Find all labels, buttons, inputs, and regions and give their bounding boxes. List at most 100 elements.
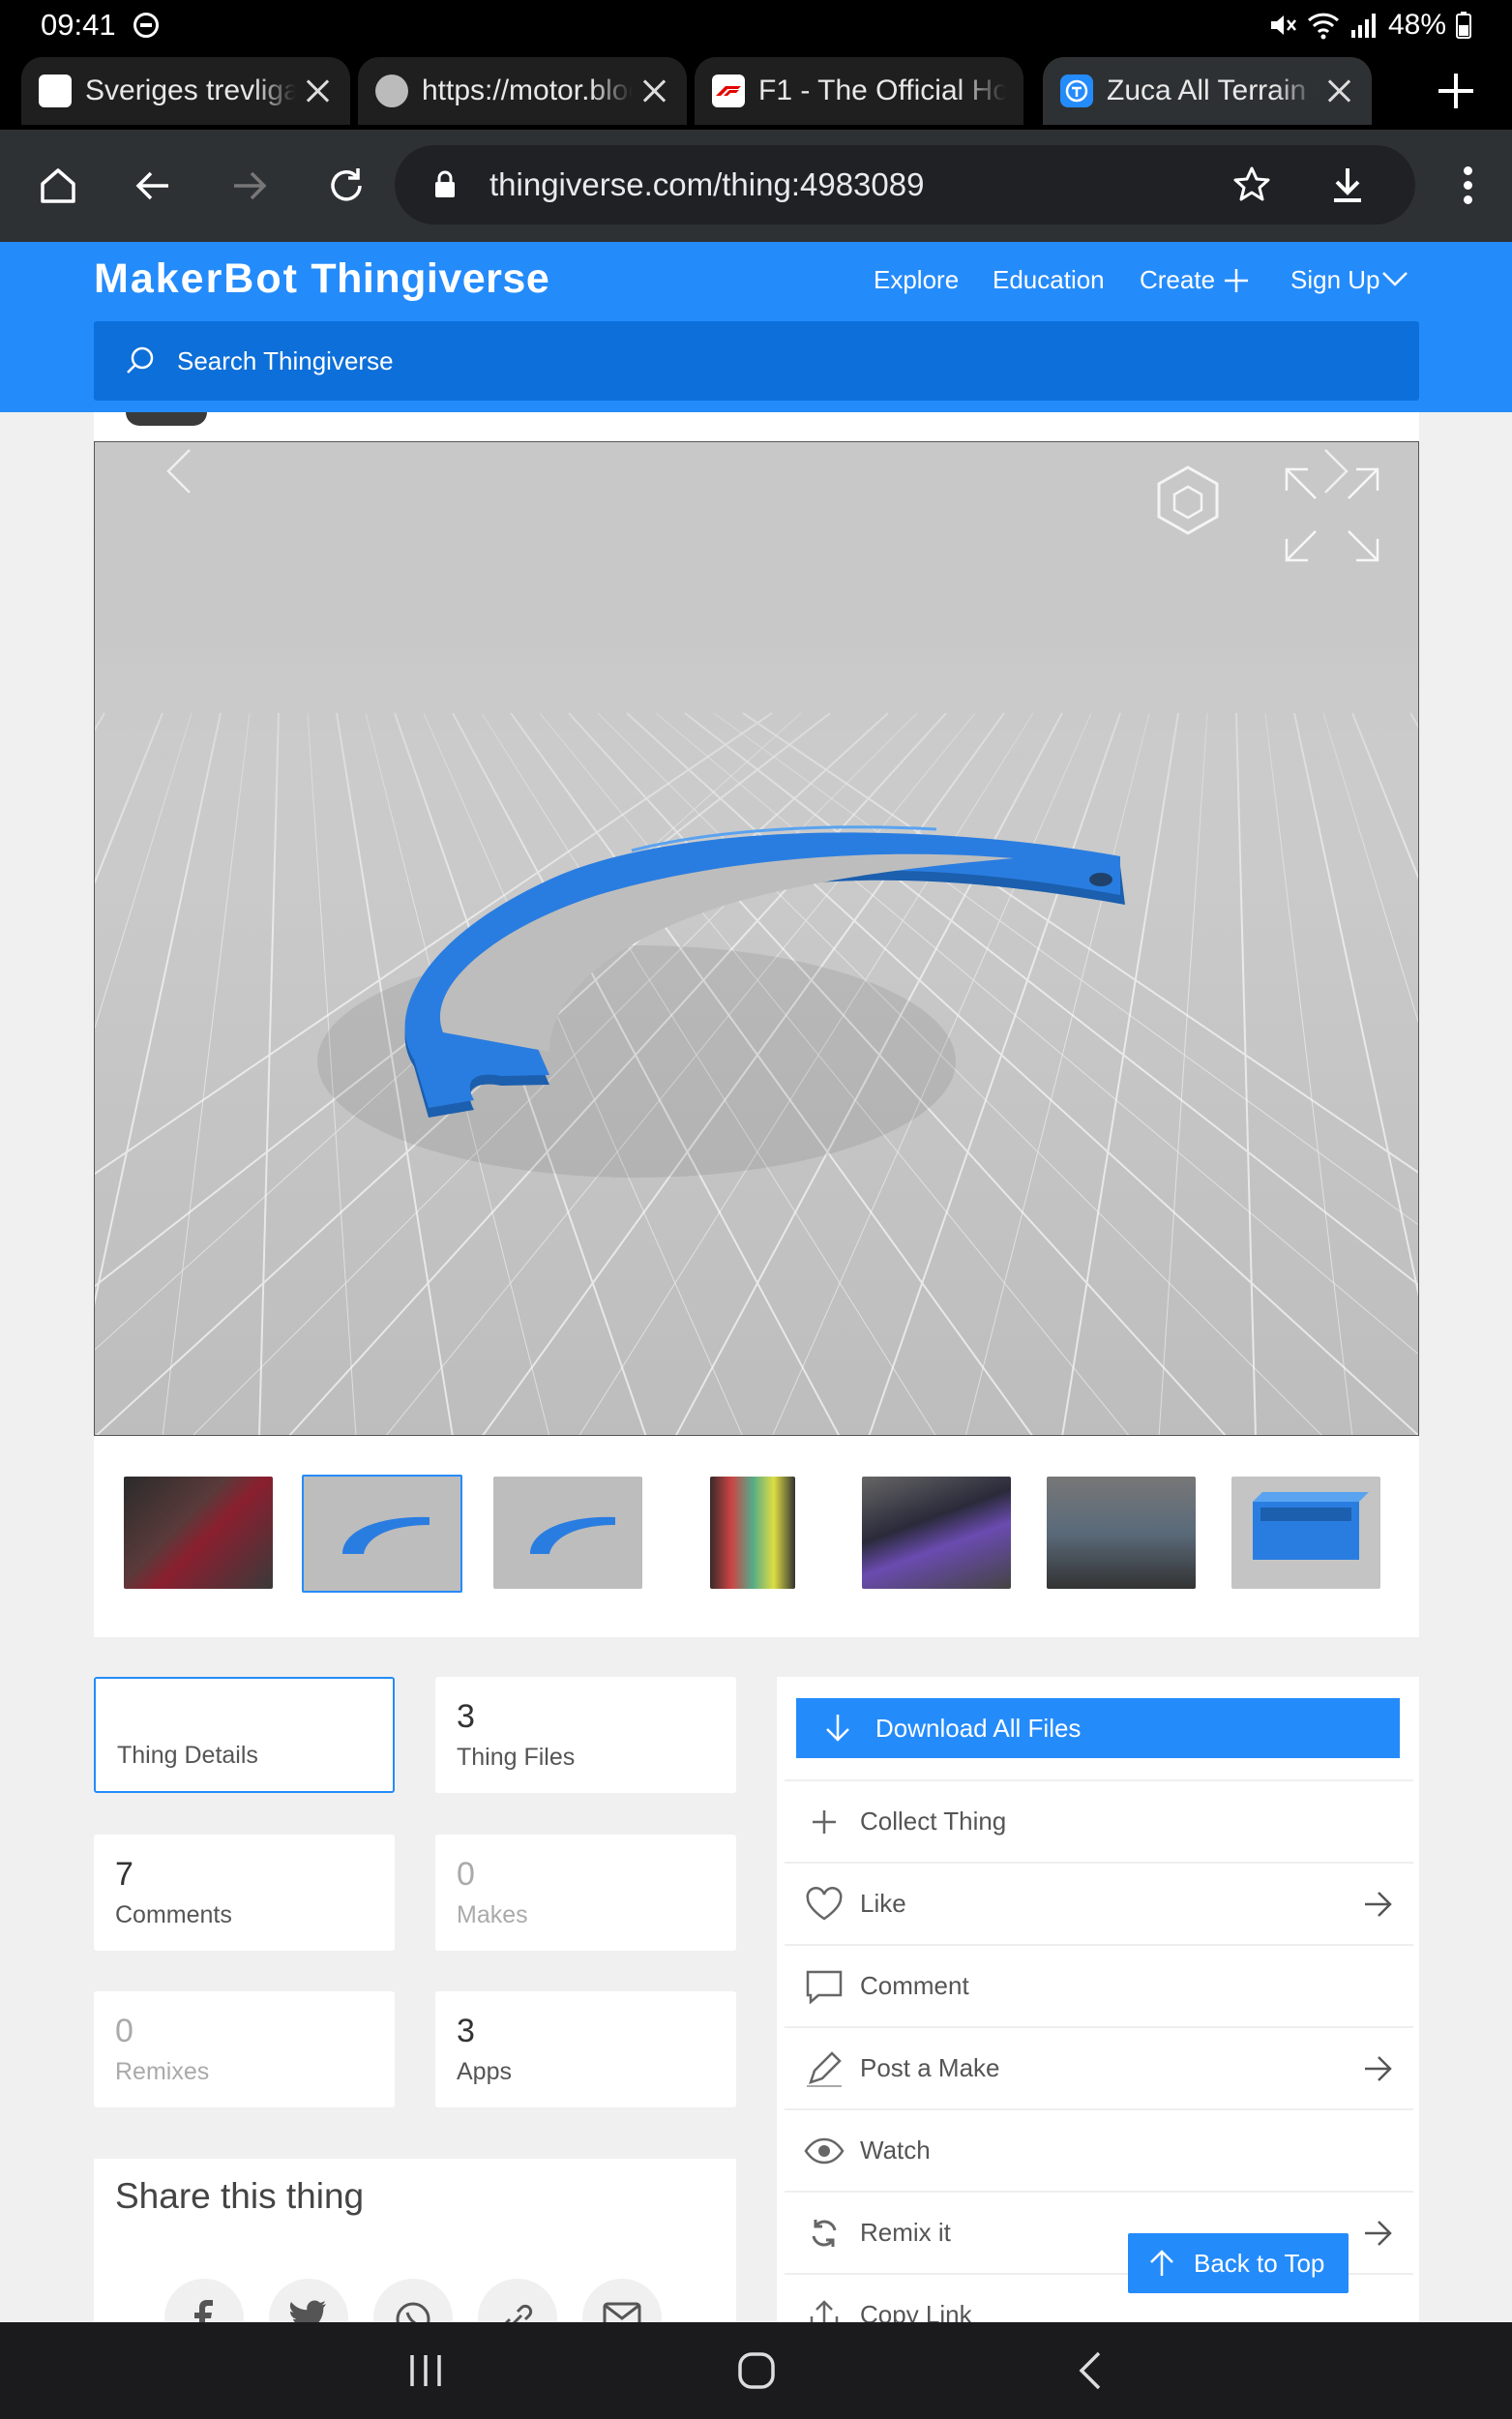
model-viewer[interactable] bbox=[94, 441, 1419, 1436]
logo-thingiverse: Thingiverse bbox=[311, 255, 550, 302]
star-icon[interactable] bbox=[1231, 164, 1272, 205]
back-icon[interactable] bbox=[124, 157, 182, 215]
thumbnail-1[interactable] bbox=[124, 1477, 273, 1589]
battery-icon bbox=[1456, 12, 1471, 39]
thumbnail-4[interactable] bbox=[710, 1477, 795, 1589]
post-a-make-label: Post a Make bbox=[860, 2053, 1000, 2082]
previous-image-icon[interactable] bbox=[153, 442, 211, 500]
makerbot-thingiverse-logo[interactable]: MakerBot Thingiverse bbox=[94, 255, 549, 303]
cube-view-button[interactable] bbox=[1149, 462, 1271, 582]
close-tab-icon[interactable] bbox=[1325, 76, 1354, 105]
tab-title: F1 - The Official Home bbox=[758, 75, 1006, 106]
thumbnail-2[interactable] bbox=[302, 1475, 462, 1593]
address-bar[interactable]: thingiverse.com/thing:4983089 bbox=[395, 145, 1415, 224]
chevron-down-icon[interactable] bbox=[1381, 269, 1408, 288]
tab-favicon bbox=[712, 75, 745, 107]
avatar[interactable] bbox=[126, 412, 207, 426]
thumbnail-7[interactable] bbox=[1231, 1477, 1380, 1589]
thumbnail-5[interactable] bbox=[862, 1477, 1011, 1589]
reload-icon[interactable] bbox=[317, 157, 375, 215]
logo-makerbot: MakerBot bbox=[94, 255, 299, 302]
home-button-icon[interactable] bbox=[737, 2349, 776, 2392]
close-tab-icon[interactable] bbox=[640, 76, 669, 105]
back-to-top-label: Back to Top bbox=[1194, 2248, 1325, 2278]
collect-thing-label: Collect Thing bbox=[860, 1807, 1007, 1836]
new-tab-icon[interactable] bbox=[1438, 74, 1473, 108]
download-icon[interactable] bbox=[1328, 164, 1367, 205]
nav-explore[interactable]: Explore bbox=[874, 265, 959, 295]
tab-favicon bbox=[1060, 75, 1093, 107]
forward-icon[interactable] bbox=[221, 157, 279, 215]
comment-label: Comment bbox=[860, 1971, 969, 2000]
apps-count: 3 bbox=[457, 2013, 475, 2049]
battery-percent: 48% bbox=[1387, 9, 1446, 41]
tab-favicon bbox=[375, 75, 408, 107]
tab-zuca[interactable]: Zuca All Terrain Fender bbox=[1043, 57, 1372, 125]
remix-icon bbox=[804, 2213, 845, 2254]
tab-strip: Sveriges trevligaste https://motor.block… bbox=[0, 50, 1512, 130]
system-nav-bar bbox=[0, 2322, 1512, 2419]
back-to-top-button[interactable]: Back to Top bbox=[1128, 2233, 1349, 2293]
tab-motor-blocket[interactable]: https://motor.blocket bbox=[358, 57, 687, 125]
collect-thing-button[interactable]: Collect Thing bbox=[785, 1779, 1413, 1862]
comments-label: Comments bbox=[115, 1901, 232, 1928]
remix-it-label: Remix it bbox=[860, 2218, 951, 2247]
tab-sveriges[interactable]: Sveriges trevligaste bbox=[21, 57, 350, 125]
comment-button[interactable]: Comment bbox=[785, 1944, 1413, 2026]
do-not-disturb-icon bbox=[133, 13, 159, 38]
more-vert-icon[interactable] bbox=[1464, 166, 1473, 205]
cube-icon bbox=[1157, 465, 1219, 535]
arrow-up-icon bbox=[1150, 2250, 1173, 2276]
apps-label: Apps bbox=[457, 2058, 512, 2085]
thing-details-card[interactable]: Thing Details bbox=[94, 1677, 395, 1793]
nav-create[interactable]: Create bbox=[1140, 265, 1215, 295]
comment-icon bbox=[804, 1966, 845, 2007]
apps-card[interactable]: 3 Apps bbox=[435, 1991, 736, 2107]
comments-card[interactable]: 7 Comments bbox=[94, 1835, 395, 1951]
like-label: Like bbox=[860, 1889, 906, 1918]
wifi-icon bbox=[1307, 13, 1339, 40]
remixes-card[interactable]: 0 Remixes bbox=[94, 1991, 395, 2107]
download-all-files-button[interactable]: Download All Files bbox=[796, 1698, 1400, 1758]
like-button[interactable]: Like bbox=[785, 1862, 1413, 1944]
mute-icon bbox=[1270, 15, 1296, 35]
search-icon bbox=[127, 346, 154, 373]
site-header: MakerBot Thingiverse Explore Education C… bbox=[0, 242, 1512, 412]
download-all-files-label: Download All Files bbox=[875, 1713, 1082, 1743]
next-image-icon[interactable] bbox=[1304, 442, 1362, 500]
post-a-make-button[interactable]: Post a Make bbox=[785, 2026, 1413, 2108]
arrow-right-icon bbox=[1365, 2221, 1392, 2246]
thumbnail-6[interactable] bbox=[1047, 1477, 1196, 1589]
recent-apps-icon[interactable] bbox=[406, 2349, 445, 2392]
arrow-right-icon bbox=[1365, 2056, 1392, 2081]
thing-files-card[interactable]: 3 Thing Files bbox=[435, 1677, 736, 1793]
home-icon[interactable] bbox=[29, 157, 87, 215]
makes-count: 0 bbox=[457, 1856, 475, 1893]
thing-files-count: 3 bbox=[457, 1698, 475, 1735]
thumbnail-3[interactable] bbox=[493, 1477, 642, 1589]
makes-label: Makes bbox=[457, 1901, 528, 1928]
remixes-label: Remixes bbox=[115, 2058, 210, 2085]
tab-f1[interactable]: F1 - The Official Home bbox=[695, 57, 1023, 125]
thing-files-label: Thing Files bbox=[457, 1744, 576, 1771]
nav-signup[interactable]: Sign Up bbox=[1290, 265, 1380, 295]
status-bar: 09:41 48% bbox=[0, 0, 1512, 50]
nav-education[interactable]: Education bbox=[993, 265, 1105, 295]
tab-title: https://motor.blocket bbox=[422, 75, 633, 106]
back-button-icon[interactable] bbox=[1072, 2349, 1111, 2392]
heart-icon bbox=[804, 1884, 845, 1925]
watch-label: Watch bbox=[860, 2135, 931, 2165]
grid-floor bbox=[95, 442, 1418, 1435]
download-arrow-icon bbox=[826, 1715, 849, 1742]
search-input[interactable]: Search Thingiverse bbox=[94, 321, 1419, 401]
url-text: thingiverse.com/thing:4983089 bbox=[489, 166, 925, 202]
creator-card bbox=[94, 412, 1419, 441]
remixes-count: 0 bbox=[115, 2013, 133, 2049]
comments-count: 7 bbox=[115, 1856, 133, 1893]
plus-icon bbox=[804, 1802, 845, 1842]
watch-button[interactable]: Watch bbox=[785, 2108, 1413, 2191]
plus-icon[interactable] bbox=[1223, 267, 1250, 294]
close-tab-icon[interactable] bbox=[304, 76, 333, 105]
makes-card[interactable]: 0 Makes bbox=[435, 1835, 736, 1951]
tab-title: Zuca All Terrain Fender bbox=[1107, 75, 1318, 106]
